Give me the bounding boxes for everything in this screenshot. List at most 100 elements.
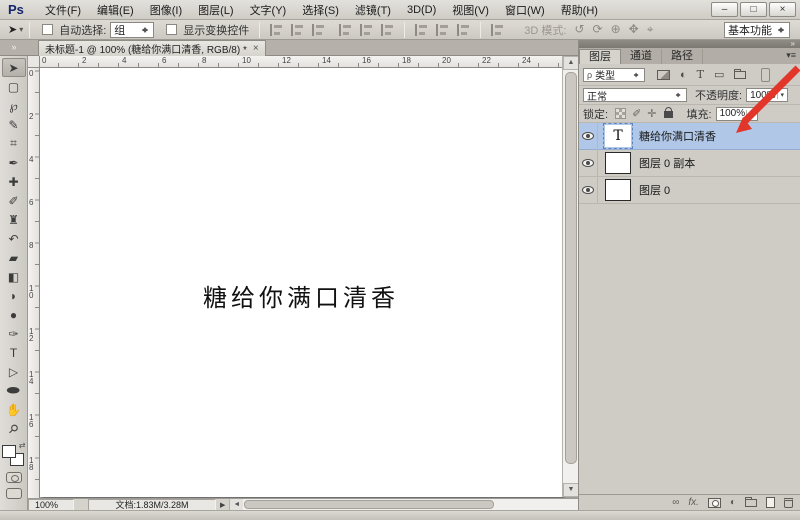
3d-slide-icon[interactable]: ✥: [629, 22, 639, 36]
opacity-field[interactable]: 100% ▾: [746, 88, 788, 102]
distribute-top-icon[interactable]: [415, 24, 428, 36]
toolbar-collapse-strip[interactable]: »: [0, 40, 28, 56]
auto-align-layers-icon[interactable]: [491, 24, 506, 36]
align-right-icon[interactable]: [381, 24, 394, 36]
filter-toggle-icon[interactable]: [761, 68, 770, 82]
swap-colors-icon[interactable]: ⇄: [19, 441, 26, 450]
auto-select-dropdown[interactable]: 组: [110, 22, 154, 38]
menu-item-0[interactable]: 文件(F): [38, 0, 88, 20]
add-layer-mask-icon[interactable]: [708, 498, 721, 508]
scroll-left-icon[interactable]: ◄: [230, 499, 243, 510]
foreground-color-swatch[interactable]: [2, 445, 16, 458]
history-brush-tool[interactable]: ↶: [2, 229, 26, 248]
menu-item-4[interactable]: 文字(Y): [243, 0, 294, 20]
vertical-scrollbar[interactable]: ▲ ▼: [562, 56, 578, 497]
maximize-button[interactable]: □: [740, 2, 767, 17]
gradient-tool[interactable]: ◧: [2, 267, 26, 286]
document-tab[interactable]: 未标题-1 @ 100% (糖给你满口清香, RGB/8) * ×: [38, 40, 266, 56]
scroll-down-icon[interactable]: ▼: [563, 483, 578, 497]
menu-item-2[interactable]: 图像(I): [143, 0, 189, 20]
menu-item-7[interactable]: 3D(D): [400, 2, 443, 18]
layer-effects-icon[interactable]: fx.: [688, 497, 699, 508]
align-hcenter-icon[interactable]: [360, 24, 373, 36]
layer-name[interactable]: 图层 0: [639, 182, 670, 198]
blend-mode-dropdown[interactable]: 正常: [583, 88, 687, 102]
3d-drag-icon[interactable]: ⊕: [611, 22, 621, 36]
workspace-dropdown[interactable]: 基本功能: [724, 22, 790, 38]
new-layer-icon[interactable]: [766, 497, 775, 508]
fill-field[interactable]: 100% ▾: [716, 107, 758, 121]
align-bottom-icon[interactable]: [312, 24, 325, 36]
screen-mode-icon[interactable]: [6, 488, 22, 499]
menu-item-3[interactable]: 图层(L): [191, 0, 240, 20]
lock-all-icon[interactable]: [664, 111, 673, 118]
3d-scale-icon[interactable]: ⌖: [647, 22, 654, 36]
layer-row[interactable]: 图层 0 副本: [579, 150, 800, 177]
lock-transparency-icon[interactable]: [615, 108, 626, 119]
filter-shape-layers-icon[interactable]: ▭: [714, 68, 724, 81]
panel-menu-icon[interactable]: ▾≡: [786, 50, 796, 61]
align-top-icon[interactable]: [270, 24, 283, 36]
layer-visibility-cell[interactable]: [579, 150, 598, 177]
close-tab-icon[interactable]: ×: [253, 43, 259, 54]
text-layer-thumbnail[interactable]: T: [605, 125, 631, 147]
layer-row[interactable]: T 糖给你满口清香: [579, 123, 800, 150]
vertical-scroll-thumb[interactable]: [565, 72, 577, 464]
filter-adjustment-layers-icon[interactable]: ◐: [680, 69, 687, 81]
path-selection-tool[interactable]: ▷: [2, 362, 26, 381]
blur-tool[interactable]: ◗: [2, 286, 26, 305]
layer-thumbnail[interactable]: [605, 152, 631, 174]
panel-collapse-strip[interactable]: »: [579, 40, 800, 48]
minimize-button[interactable]: –: [711, 2, 738, 17]
filter-type-layers-icon[interactable]: T: [697, 68, 704, 81]
align-left-icon[interactable]: [339, 24, 352, 36]
filter-kind-dropdown[interactable]: ρ 类型: [583, 68, 645, 82]
pen-tool[interactable]: ✑: [2, 324, 26, 343]
filter-smart-objects-icon[interactable]: [734, 71, 746, 79]
hand-tool[interactable]: ✋: [2, 400, 26, 419]
auto-select-checkbox[interactable]: [42, 24, 53, 35]
distribute-bottom-icon[interactable]: [457, 24, 470, 36]
layer-visibility-cell[interactable]: [579, 177, 598, 204]
eraser-tool[interactable]: ▰: [2, 248, 26, 267]
3d-rotate-icon[interactable]: ↺: [574, 22, 584, 36]
show-transform-checkbox[interactable]: [166, 24, 177, 35]
zoom-tool[interactable]: ⚲: [2, 419, 26, 438]
dodge-tool[interactable]: ●: [2, 305, 26, 324]
zoom-level-field[interactable]: 100%: [28, 499, 74, 511]
color-swatches[interactable]: ⇄: [2, 441, 26, 467]
panel-tab-active[interactable]: 图层: [579, 49, 621, 64]
menu-item-1[interactable]: 编辑(E): [90, 0, 141, 20]
clone-stamp-tool[interactable]: ♜: [2, 210, 26, 229]
brush-tool[interactable]: ✐: [2, 191, 26, 210]
type-tool[interactable]: T: [2, 343, 26, 362]
filter-pixel-layers-icon[interactable]: [657, 70, 670, 80]
canvas-text[interactable]: 糖给你满口清香: [40, 278, 562, 313]
eyedropper-tool[interactable]: ✒: [2, 153, 26, 172]
menu-item-9[interactable]: 窗口(W): [498, 0, 552, 20]
new-group-icon[interactable]: [745, 499, 757, 507]
layer-visibility-cell[interactable]: [579, 123, 598, 150]
align-vcenter-icon[interactable]: [291, 24, 304, 36]
lasso-tool[interactable]: ℘: [2, 96, 26, 115]
layer-name[interactable]: 糖给你满口清香: [639, 128, 716, 144]
crop-tool[interactable]: ⌗: [2, 134, 26, 153]
adjustment-layer-icon[interactable]: ◐: [730, 497, 736, 508]
layer-name[interactable]: 图层 0 副本: [639, 155, 695, 171]
menu-item-8[interactable]: 视图(V): [445, 0, 496, 20]
layer-row[interactable]: 图层 0: [579, 177, 800, 204]
menu-item-5[interactable]: 选择(S): [295, 0, 346, 20]
lock-paint-icon[interactable]: ✐: [632, 107, 641, 120]
link-layers-icon[interactable]: ∞: [672, 497, 679, 508]
quick-selection-tool[interactable]: ✎: [2, 115, 26, 134]
move-tool[interactable]: ➤: [2, 58, 26, 77]
marquee-tool[interactable]: ▢: [2, 77, 26, 96]
tool-preset-picker[interactable]: ➤ ▾: [8, 23, 23, 36]
delete-layer-icon[interactable]: [784, 498, 793, 508]
shape-tool[interactable]: ⬬: [2, 381, 26, 400]
distribute-vcenter-icon[interactable]: [436, 24, 449, 36]
status-popup-icon[interactable]: ▶: [220, 501, 225, 509]
menu-item-10[interactable]: 帮助(H): [554, 0, 605, 20]
panel-tab-inactive[interactable]: 通道: [621, 49, 662, 64]
scroll-up-icon[interactable]: ▲: [563, 56, 578, 70]
